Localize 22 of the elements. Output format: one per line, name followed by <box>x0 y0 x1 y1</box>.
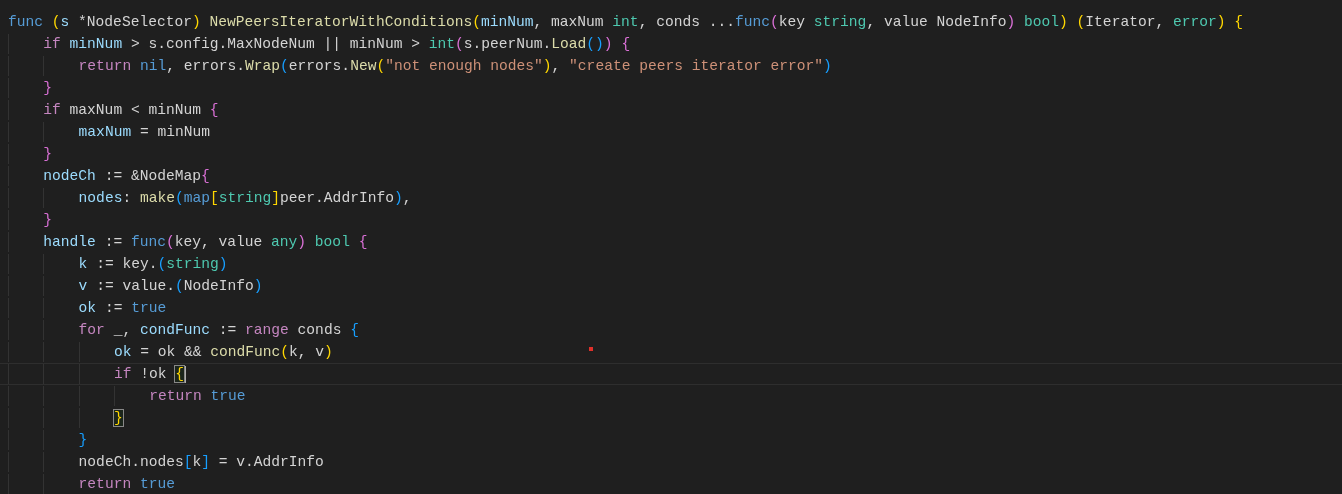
code-line: nodeCh := &NodeMap{ <box>0 165 1342 187</box>
code-line: return true <box>0 473 1342 494</box>
code-line: maxNum = minNum <box>0 121 1342 143</box>
code-line: v := value.(NodeInfo) <box>0 275 1342 297</box>
code-line: } <box>0 143 1342 165</box>
code-line: return nil, errors.Wrap(errors.New("not enough nodes"), "create peers iterator error") <box>0 55 1342 77</box>
code-line: if maxNum < minNum { <box>0 99 1342 121</box>
code-line: ok = ok && condFunc(k, v) <box>0 341 1342 363</box>
code-line: k := key.(string) <box>0 253 1342 275</box>
code-line: return true <box>0 385 1342 407</box>
code-line: } <box>0 407 1342 429</box>
code-line: if !ok { <box>0 363 1342 385</box>
code-line: } <box>0 209 1342 231</box>
code-line: handle := func(key, value any) bool { <box>0 231 1342 253</box>
code-line: nodeCh.nodes[k] = v.AddrInfo <box>0 451 1342 473</box>
code-line: } <box>0 77 1342 99</box>
code-line: if minNum > s.config.MaxNodeNum || minNum > int(s.peerNum.Load()) { <box>0 33 1342 55</box>
code-line: ok := true <box>0 297 1342 319</box>
code-line: nodes: make(map[string]peer.AddrInfo), <box>0 187 1342 209</box>
code-line: for _, condFunc := range conds { <box>0 319 1342 341</box>
code-line: func (s *NodeSelector) NewPeersIteratorWithConditions(minNum, maxNum int, conds ...func(key string, value NodeInfo) bool) (Iterator, error) { <box>7 13 1245 32</box>
code-line: } <box>0 429 1342 451</box>
